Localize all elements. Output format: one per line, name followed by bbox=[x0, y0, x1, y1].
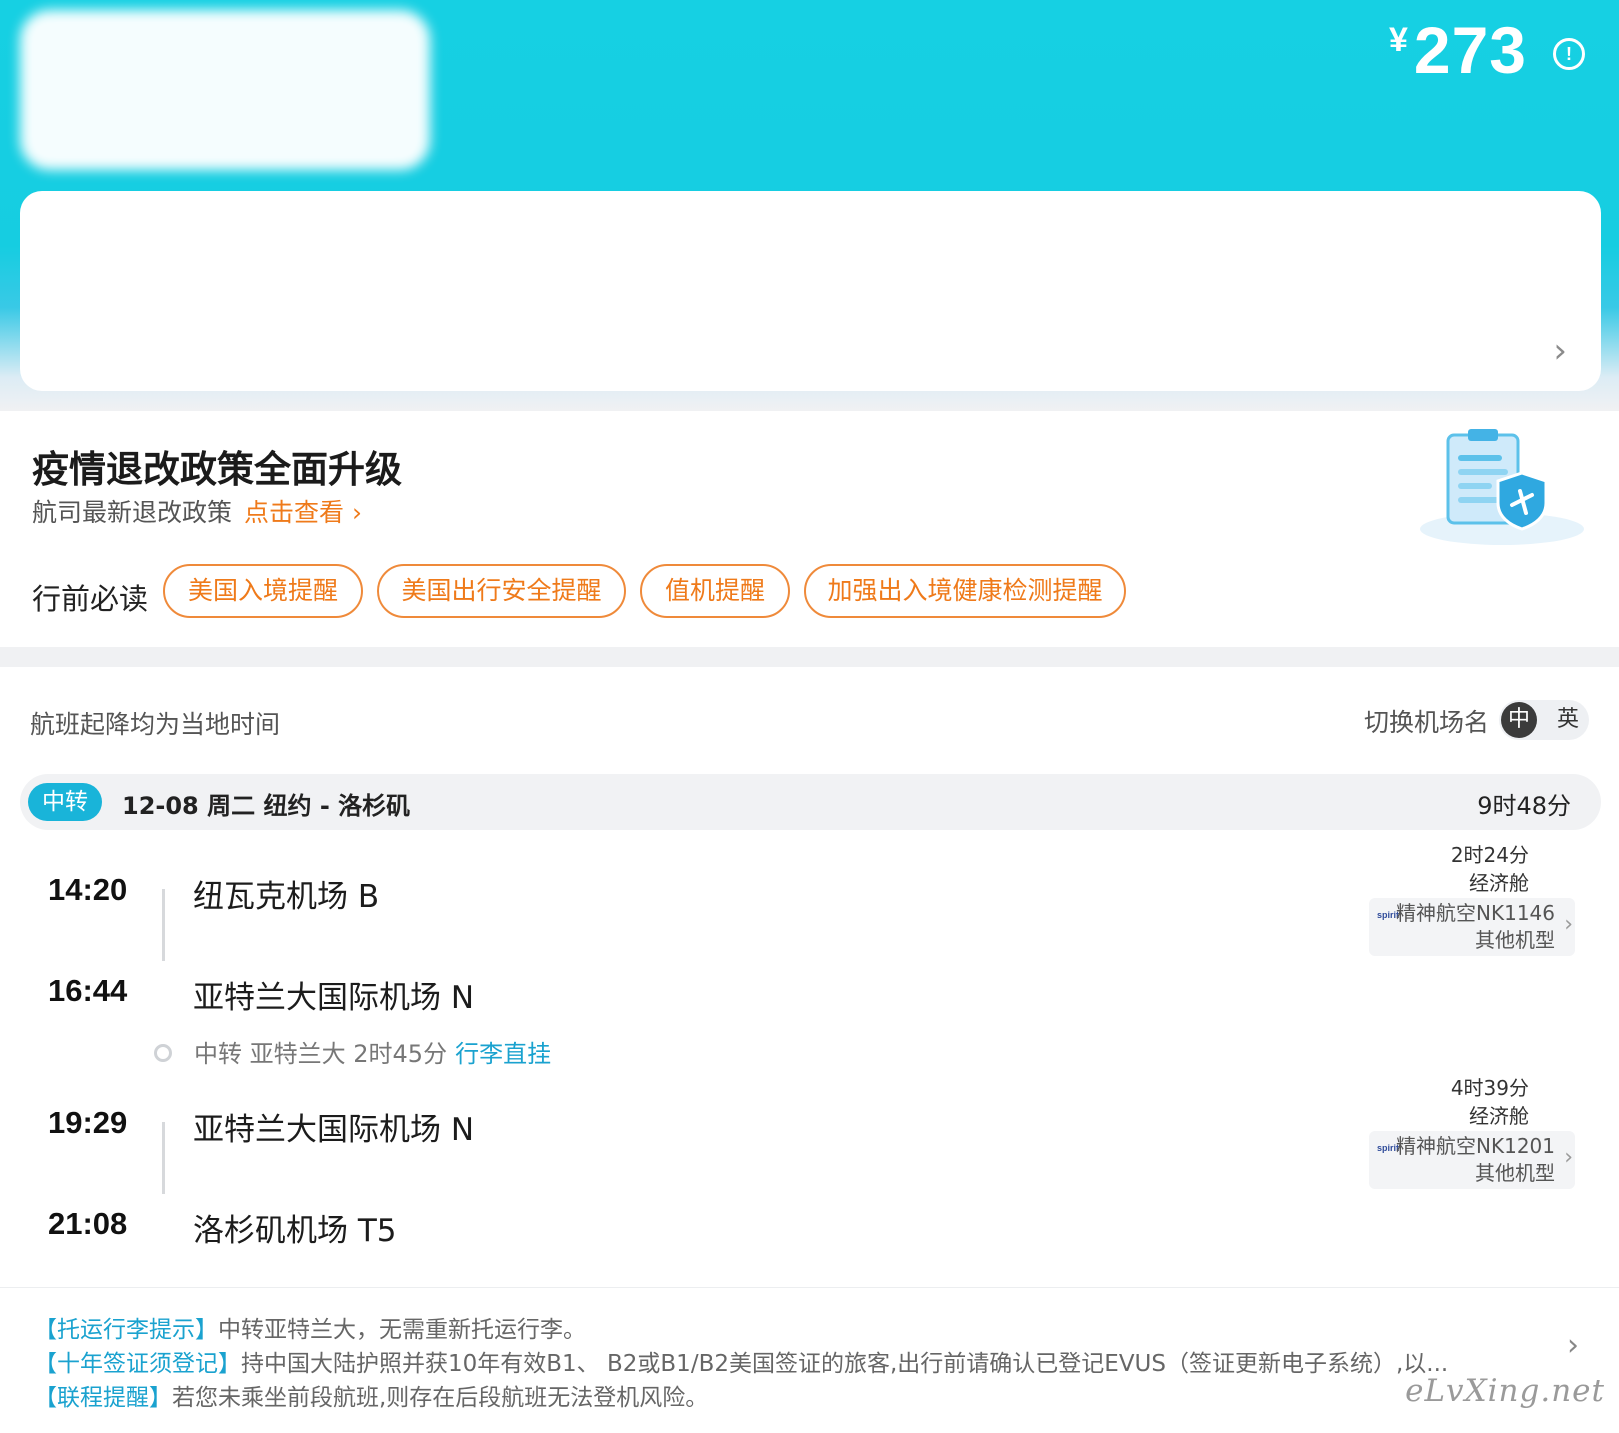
segment-1-aircraft: 其他机型 bbox=[1475, 928, 1555, 952]
notice-baggage-text: 中转亚特兰大，无需重新托运行李。 bbox=[218, 1317, 586, 1343]
segment-2-timeline bbox=[162, 1122, 165, 1194]
segment-1-timeline bbox=[162, 889, 165, 961]
flight-section: 航班起降均为当地时间 切换机场名 中 英 中转 12-08 周二 纽约 - 洛杉… bbox=[0, 667, 1619, 1287]
policy-subtitle: 航司最新退改政策 点击查看 › bbox=[32, 493, 362, 529]
route-text: 12-08 周二 纽约 - 洛杉矶 bbox=[122, 792, 411, 820]
segment-2-airline: 精神航空NK1201 其他机型 bbox=[1396, 1133, 1555, 1187]
segment-2-arr-time: 21:08 bbox=[48, 1206, 128, 1241]
price-display: ¥273 bbox=[1389, 12, 1527, 88]
transfer-badge: 中转 bbox=[28, 783, 102, 821]
policy-shield-icon bbox=[1420, 429, 1584, 545]
pill-checkin[interactable]: 值机提醒 bbox=[640, 564, 790, 618]
baggage-through-link[interactable]: 行李直挂 bbox=[455, 1040, 551, 1068]
segment-1-arr-airport: 亚特兰大国际机场 N bbox=[193, 980, 475, 1016]
segment-2-dep-airport: 亚特兰大国际机场 N bbox=[193, 1112, 475, 1148]
lang-en-option[interactable]: 英 bbox=[1557, 704, 1579, 736]
blurred-region bbox=[20, 10, 430, 170]
segment-2-arr-airport: 洛杉矶机场 T5 bbox=[193, 1213, 397, 1249]
notice-connection: 【联程提醒】若您未乘坐前段航班,则存在后段航班无法登机风险。 bbox=[34, 1378, 708, 1412]
notice-baggage: 【托运行李提示】中转亚特兰大，无需重新托运行李。 bbox=[34, 1310, 586, 1344]
notice-visa-text: 持中国大陆护照并获10年有效B1、 B2或B1/B2美国签证的旅客,出行前请确认… bbox=[241, 1351, 1449, 1377]
segment-1-info: 2时24分 经济舱 bbox=[1451, 841, 1529, 897]
total-duration: 9时48分 bbox=[1477, 792, 1571, 820]
segment-1-arr-time: 16:44 bbox=[48, 973, 128, 1008]
price-value: 273 bbox=[1413, 13, 1527, 87]
notice-connection-text: 若您未乘坐前段航班,则存在后段航班无法登机风险。 bbox=[172, 1385, 709, 1411]
policy-section: 疫情退改政策全面升级 航司最新退改政策 点击查看 › 行前必读 美国入境提醒 美国… bbox=[0, 411, 1619, 647]
segment-1-cabin: 经济舱 bbox=[1469, 871, 1529, 895]
transfer-info: 中转 亚特兰大 2时45分 行李直挂 bbox=[194, 1034, 551, 1069]
notices-section[interactable]: 【托运行李提示】中转亚特兰大，无需重新托运行李。 【十年签证须登记】持中国大陆护… bbox=[0, 1287, 1619, 1433]
segment-1-duration: 2时24分 bbox=[1450, 843, 1529, 867]
pill-us-travel-safety[interactable]: 美国出行安全提醒 bbox=[377, 564, 626, 618]
notice-visa: 【十年签证须登记】持中国大陆护照并获10年有效B1、 B2或B1/B2美国签证的… bbox=[34, 1344, 1448, 1378]
transfer-text: 中转 亚特兰大 2时45分 bbox=[194, 1040, 448, 1068]
info-icon[interactable]: ! bbox=[1553, 38, 1585, 70]
segment-1-flight-no: 精神航空NK1146 bbox=[1396, 901, 1555, 925]
chevron-right-icon: › bbox=[1567, 1328, 1579, 1363]
pill-us-entry[interactable]: 美国入境提醒 bbox=[163, 564, 363, 618]
header-banner: ¥273 ! › bbox=[0, 0, 1619, 410]
policy-view-link[interactable]: 点击查看 › bbox=[244, 498, 362, 527]
notice-visa-tag: 【十年签证须登记】 bbox=[34, 1351, 241, 1377]
segment-1-airline-card[interactable]: spirit 精神航空NK1146 其他机型 › bbox=[1369, 898, 1575, 956]
policy-title: 疫情退改政策全面升级 bbox=[32, 448, 402, 491]
segment-2-aircraft: 其他机型 bbox=[1475, 1161, 1555, 1185]
chevron-right-icon: › bbox=[1564, 912, 1573, 937]
segment-2-flight-no: 精神航空NK1201 bbox=[1396, 1134, 1555, 1158]
chevron-right-icon: › bbox=[1564, 1145, 1573, 1170]
switch-airport-label: 切换机场名 bbox=[1363, 708, 1489, 737]
segment-1-dep-time: 14:20 bbox=[48, 872, 128, 907]
policy-subtitle-text: 航司最新退改政策 bbox=[32, 498, 233, 527]
notice-connection-tag: 【联程提醒】 bbox=[34, 1385, 172, 1411]
must-read-label: 行前必读 bbox=[32, 582, 149, 616]
local-time-note: 航班起降均为当地时间 bbox=[30, 710, 281, 739]
trip-summary-card[interactable]: › bbox=[20, 191, 1601, 391]
pill-health-check[interactable]: 加强出入境健康检测提醒 bbox=[804, 564, 1126, 618]
lang-zh-option[interactable]: 中 bbox=[1501, 702, 1537, 738]
segment-2-info: 4时39分 经济舱 bbox=[1451, 1074, 1529, 1130]
transfer-dot-icon bbox=[154, 1044, 172, 1062]
route-summary-bar: 中转 12-08 周二 纽约 - 洛杉矶 9时48分 bbox=[20, 774, 1601, 830]
segment-1-dep-airport: 纽瓦克机场 B bbox=[193, 879, 380, 915]
currency-symbol: ¥ bbox=[1388, 21, 1408, 59]
chevron-right-icon: › bbox=[1553, 331, 1567, 371]
segment-1-airline: 精神航空NK1146 其他机型 bbox=[1396, 900, 1555, 954]
language-toggle[interactable]: 中 英 bbox=[1499, 700, 1589, 740]
notice-baggage-tag: 【托运行李提示】 bbox=[34, 1317, 218, 1343]
segment-2-cabin: 经济舱 bbox=[1469, 1104, 1529, 1128]
segment-2-dep-time: 19:29 bbox=[48, 1105, 128, 1140]
segment-2-airline-card[interactable]: spirit 精神航空NK1201 其他机型 › bbox=[1369, 1131, 1575, 1189]
segment-2-duration: 4时39分 bbox=[1450, 1076, 1529, 1100]
watermark: eLvXing.net bbox=[1405, 1373, 1605, 1409]
